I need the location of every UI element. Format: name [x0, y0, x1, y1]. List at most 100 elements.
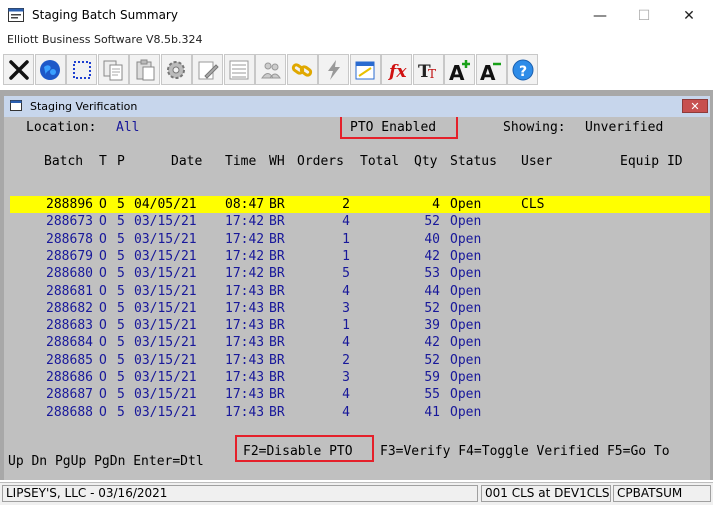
terminal-screen: Location: All PTO Enabled Showing: Unver… [4, 117, 710, 480]
col-time[interactable]: Time [225, 153, 256, 170]
close-button[interactable]: ✕ [667, 0, 711, 32]
col-user[interactable]: User [521, 153, 552, 170]
users-button[interactable] [255, 54, 286, 85]
select-button[interactable] [66, 54, 97, 85]
cell-time: 17:42 [225, 214, 265, 230]
col-date[interactable]: Date [171, 153, 202, 170]
cell-t: O [99, 283, 107, 299]
globe-button[interactable] [34, 54, 66, 85]
settings-button[interactable] [160, 54, 192, 85]
svg-text:?: ? [519, 64, 527, 80]
lightning-button[interactable] [318, 54, 349, 85]
calendar-button[interactable] [349, 54, 381, 85]
cell-qty: 55 [424, 387, 440, 403]
cell-wh: BR [269, 404, 285, 420]
table-row[interactable]: 288680 O 5 03/15/21 17:42 BR 5 53 Open [4, 265, 710, 282]
copy-button[interactable] [97, 54, 129, 85]
cell-t: O [99, 248, 107, 264]
cell-orders: 3 [342, 300, 350, 316]
edit-button[interactable] [192, 54, 223, 85]
exit-button[interactable] [3, 54, 34, 85]
child-close-button[interactable]: ✕ [682, 99, 708, 113]
cell-t: O [99, 318, 107, 334]
table-row[interactable]: 288683 O 5 03/15/21 17:43 BR 1 39 Open [4, 317, 710, 334]
users-icon [260, 62, 281, 78]
cell-wh: BR [269, 370, 285, 385]
cell-time: 17:43 [225, 318, 265, 334]
cell-qty: 59 [424, 370, 440, 385]
cell-qty: 39 [424, 318, 440, 334]
cell-p: 5 [117, 370, 125, 385]
help-button[interactable]: ? [507, 54, 538, 85]
cell-time: 17:43 [225, 335, 265, 351]
table-row[interactable]: 288684 O 5 03/15/21 17:43 BR 4 42 Open [4, 334, 710, 351]
status-program: CPBATSUM [613, 485, 711, 502]
showing-value: Unverified [585, 120, 664, 135]
col-total[interactable]: Total [360, 153, 399, 170]
cell-wh: BR [269, 300, 285, 316]
table-row[interactable]: 288681 O 5 03/15/21 17:43 BR 4 44 Open [4, 283, 710, 300]
cell-wh: BR [269, 387, 285, 403]
minimize-button[interactable]: — [578, 0, 622, 32]
cell-status: Open [450, 248, 482, 264]
cell-orders: 4 [342, 404, 350, 420]
copy-icon [103, 60, 123, 80]
cell-t: O [99, 387, 107, 403]
font-style-button[interactable]: TT [412, 54, 444, 85]
table-row[interactable]: 288673 O 5 03/15/21 17:42 BR 4 52 Open [4, 213, 710, 230]
cell-wh: BR [269, 352, 285, 368]
cell-qty: 4 [432, 197, 440, 212]
cell-t: O [99, 231, 107, 247]
cell-date: 03/15/21 [134, 352, 197, 368]
col-status[interactable]: Status [450, 153, 497, 170]
cell-batch: 288686 [46, 370, 93, 385]
cell-t: O [99, 266, 107, 282]
table-row[interactable]: 288679 O 5 03/15/21 17:42 BR 1 42 Open [4, 248, 710, 265]
cell-t: O [99, 335, 107, 351]
cell-batch: 288687 [46, 387, 93, 403]
col-wh[interactable]: WH [269, 153, 285, 170]
col-equip-id[interactable]: Equip ID [620, 153, 683, 170]
cell-date: 03/15/21 [134, 300, 197, 316]
col-batch[interactable]: Batch [44, 153, 83, 170]
cell-p: 5 [117, 352, 125, 368]
window-title: Staging Batch Summary [32, 8, 178, 22]
table-row[interactable]: 288682 O 5 03/15/21 17:43 BR 3 52 Open [4, 300, 710, 317]
f2-disable-pto[interactable]: F2=Disable PTO [243, 443, 353, 460]
maximize-icon: ☐ [637, 8, 651, 24]
cell-t: O [99, 352, 107, 368]
cell-wh: BR [269, 266, 285, 282]
cell-orders: 1 [342, 231, 350, 247]
table-row[interactable]: 288678 O 5 03/15/21 17:42 BR 1 40 Open [4, 231, 710, 248]
col-t[interactable]: T [99, 153, 107, 170]
table-row[interactable]: 288688 O 5 03/15/21 17:43 BR 4 41 Open [4, 404, 710, 421]
cell-date: 03/15/21 [134, 248, 197, 264]
cell-status: Open [450, 231, 482, 247]
cell-t: O [99, 370, 107, 385]
function-button[interactable]: fx [381, 54, 412, 85]
cell-t: O [99, 214, 107, 230]
font-increase-button[interactable]: A [444, 54, 475, 85]
cell-qty: 44 [424, 283, 440, 299]
table-row[interactable]: 288686 O 5 03/15/21 17:43 BR 3 59 Open [4, 369, 710, 386]
cell-status: Open [450, 266, 482, 282]
cell-date: 04/05/21 [134, 197, 197, 212]
cell-orders: 4 [342, 214, 350, 230]
col-orders[interactable]: Orders [297, 153, 344, 170]
link-button[interactable] [286, 54, 318, 85]
col-qty[interactable]: Qty [414, 153, 437, 170]
cell-batch: 288673 [46, 214, 93, 230]
cell-p: 5 [117, 231, 125, 247]
cell-batch: 288684 [46, 335, 93, 351]
close-icon: ✕ [683, 8, 695, 24]
col-p[interactable]: P [117, 153, 125, 170]
cell-qty: 52 [424, 300, 440, 316]
paste-button[interactable] [129, 54, 160, 85]
font-decrease-button[interactable]: A [475, 54, 507, 85]
table-row[interactable]: 288685 O 5 03/15/21 17:43 BR 2 52 Open [4, 352, 710, 369]
list-button[interactable] [223, 54, 255, 85]
maximize-button[interactable]: ☐ [622, 0, 666, 32]
cell-qty: 42 [424, 248, 440, 264]
table-row[interactable]: 288896 O 5 04/05/21 08:47 BR 2 4 Open CLS [4, 196, 710, 213]
table-row[interactable]: 288687 O 5 03/15/21 17:43 BR 4 55 Open [4, 386, 710, 403]
